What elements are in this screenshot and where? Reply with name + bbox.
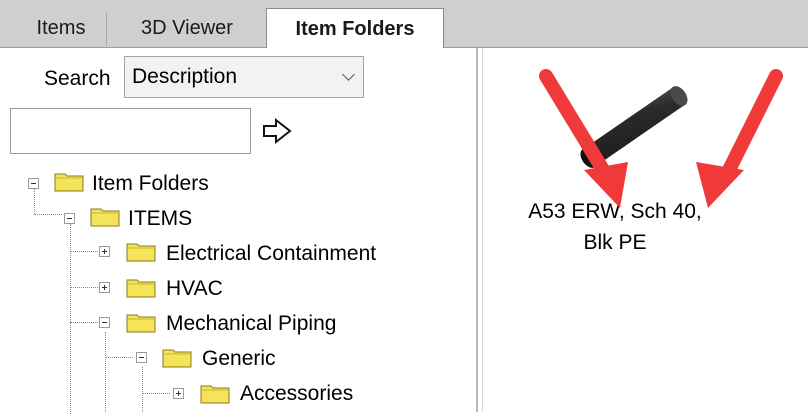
- tab-strip: Items 3D Viewer Item Folders: [0, 0, 808, 49]
- tree-collapse-toggle[interactable]: [136, 352, 147, 363]
- tree-expand-toggle[interactable]: [99, 246, 110, 257]
- tree-item-mechanical-piping[interactable]: Mechanical Piping: [166, 312, 336, 336]
- tree-expand-toggle[interactable]: [99, 282, 110, 293]
- tab-items[interactable]: Items: [18, 10, 104, 48]
- tree-item-item-folders[interactable]: Item Folders: [92, 172, 209, 196]
- tree-collapse-toggle[interactable]: [99, 317, 110, 328]
- folder-icon: [126, 314, 156, 333]
- tree-connector: [142, 393, 170, 394]
- tab-3d-viewer[interactable]: 3D Viewer: [112, 10, 262, 48]
- chevron-down-icon: [342, 68, 355, 81]
- item-caption-line2: Blk PE: [583, 231, 647, 254]
- tree-collapse-toggle[interactable]: [28, 178, 39, 189]
- tree-connector: [70, 287, 98, 288]
- tree-connector: [105, 332, 106, 412]
- tree-connector: [70, 224, 71, 414]
- annotation-arrow-icon: [539, 69, 628, 208]
- tab-separator: [106, 12, 107, 46]
- tree-connector: [34, 189, 35, 214]
- folder-icon: [162, 349, 192, 368]
- tree-connector: [105, 357, 133, 358]
- tree-connector: [34, 214, 62, 215]
- tree-connector: [70, 322, 98, 323]
- tab-item-folders[interactable]: Item Folders: [266, 8, 444, 49]
- tree-item-generic[interactable]: Generic: [202, 347, 276, 371]
- folder-icon: [126, 279, 156, 298]
- search-field-value: Description: [132, 65, 238, 88]
- search-label: Search: [44, 67, 111, 90]
- folder-icon: [90, 208, 120, 227]
- tree-item-electrical-containment[interactable]: Electrical Containment: [166, 242, 376, 266]
- tree-expand-toggle[interactable]: [173, 388, 184, 399]
- search-input[interactable]: [10, 108, 251, 154]
- tree-item-accessories[interactable]: Accessories: [240, 382, 353, 406]
- annotation-arrow-icon: [696, 69, 783, 208]
- arrow-right-icon[interactable]: [260, 116, 296, 146]
- tree-connector: [142, 367, 143, 412]
- tree-item-items[interactable]: ITEMS: [128, 207, 192, 231]
- search-field-select[interactable]: Description: [124, 56, 364, 98]
- tree-connector: [70, 251, 98, 252]
- folder-icon: [126, 243, 156, 262]
- folder-icon: [200, 385, 230, 404]
- tree-item-hvac[interactable]: HVAC: [166, 277, 223, 301]
- tree-collapse-toggle[interactable]: [64, 213, 75, 224]
- folder-icon: [54, 173, 84, 192]
